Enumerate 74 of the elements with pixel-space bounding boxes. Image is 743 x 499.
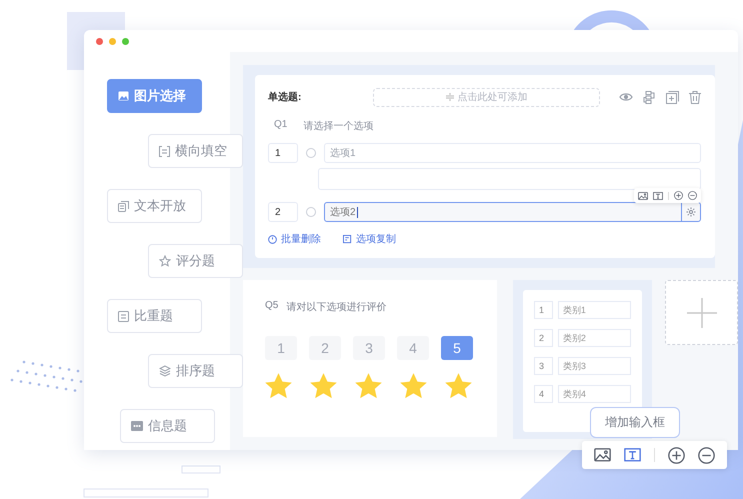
score-option[interactable]: 4 xyxy=(397,336,429,360)
remove-circle-icon xyxy=(698,446,715,464)
question-type-button[interactable]: 图片选择 xyxy=(107,79,202,113)
message-dots-icon xyxy=(131,421,143,431)
star-icon xyxy=(265,373,292,399)
star-icon xyxy=(355,373,382,399)
category-field[interactable]: 类别2 xyxy=(558,329,631,347)
question-type-button[interactable]: 信息题 xyxy=(120,409,215,443)
category-field[interactable]: 类别4 xyxy=(558,385,631,403)
question-type-button[interactable]: 横向填空 xyxy=(148,134,243,168)
settings-icon xyxy=(686,207,696,217)
category-field[interactable]: 类别1 xyxy=(558,301,631,319)
plus-icon xyxy=(686,298,716,328)
question-type-button[interactable]: 排序题 xyxy=(148,354,243,388)
score-option[interactable]: 5 xyxy=(441,336,473,360)
tool-button[interactable] xyxy=(668,446,685,464)
text-cursor xyxy=(356,206,358,218)
category-number-field[interactable]: 1 xyxy=(534,301,553,319)
question-text: 请选择一个选项 xyxy=(303,120,374,133)
category-number-field[interactable]: 3 xyxy=(534,357,553,375)
image-icon xyxy=(638,192,648,200)
radio-button[interactable] xyxy=(306,148,316,158)
action-link[interactable]: 选项复制 xyxy=(343,232,396,246)
option-description-field[interactable] xyxy=(318,168,701,190)
trash-icon[interactable] xyxy=(689,90,701,104)
text-icon xyxy=(624,448,642,462)
eye-icon[interactable] xyxy=(619,92,633,102)
add-circle-icon xyxy=(668,446,685,464)
close-dot[interactable] xyxy=(96,38,103,44)
clock-icon xyxy=(268,234,277,244)
drop-zone[interactable]: 点击此处可添加 xyxy=(373,88,600,106)
copy-icon xyxy=(343,234,352,244)
layers-icon xyxy=(159,365,171,377)
logic-flow-icon[interactable] xyxy=(643,90,656,104)
image-icon xyxy=(118,91,129,101)
minimize-dot[interactable] xyxy=(109,38,116,44)
action-link[interactable]: 批量删除 xyxy=(268,232,321,246)
star-icon xyxy=(310,373,337,399)
drag-handle-icon xyxy=(446,93,454,101)
question-number: Q5 xyxy=(265,300,278,313)
text-icon xyxy=(653,192,663,200)
score-option[interactable]: 2 xyxy=(309,336,341,360)
star-outline-icon xyxy=(159,255,171,267)
star-icon xyxy=(445,373,472,399)
remove-circle-icon xyxy=(688,191,697,200)
add-card-button[interactable] xyxy=(665,280,738,345)
tooltip: 增加输入框 xyxy=(590,407,680,438)
question-type-button[interactable]: 比重题 xyxy=(107,299,202,333)
question-type-button[interactable]: 评分题 xyxy=(148,244,243,278)
copy-icon xyxy=(118,200,129,212)
option-number-field[interactable]: 1 xyxy=(268,143,298,163)
image-icon xyxy=(594,448,612,462)
question-text: 请对以下选项进行评价 xyxy=(286,300,386,314)
category-number-field[interactable]: 2 xyxy=(534,329,553,347)
option-field[interactable]: 选项1 xyxy=(324,143,701,163)
category-number-field[interactable]: 4 xyxy=(534,385,553,403)
star-icon xyxy=(400,373,427,399)
option-number-field[interactable]: 2 xyxy=(268,202,298,222)
radio-button[interactable] xyxy=(306,207,316,217)
tool-button[interactable] xyxy=(624,448,642,462)
tool-button[interactable] xyxy=(594,448,612,462)
question-type-label: 单选题: xyxy=(268,90,302,104)
score-option[interactable]: 3 xyxy=(353,336,385,360)
score-option[interactable]: 1 xyxy=(265,336,297,360)
option-field[interactable]: 选项2 xyxy=(324,202,701,222)
question-number: Q1 xyxy=(274,119,288,132)
document-lines-icon xyxy=(159,146,170,156)
maximize-dot[interactable] xyxy=(122,38,129,44)
question-type-button[interactable]: 文本开放 xyxy=(107,189,202,223)
add-circle-icon xyxy=(674,191,683,200)
duplicate-icon[interactable] xyxy=(666,90,679,104)
tool-button[interactable] xyxy=(698,446,715,464)
list-icon xyxy=(118,310,129,322)
category-field[interactable]: 类别3 xyxy=(558,357,631,375)
